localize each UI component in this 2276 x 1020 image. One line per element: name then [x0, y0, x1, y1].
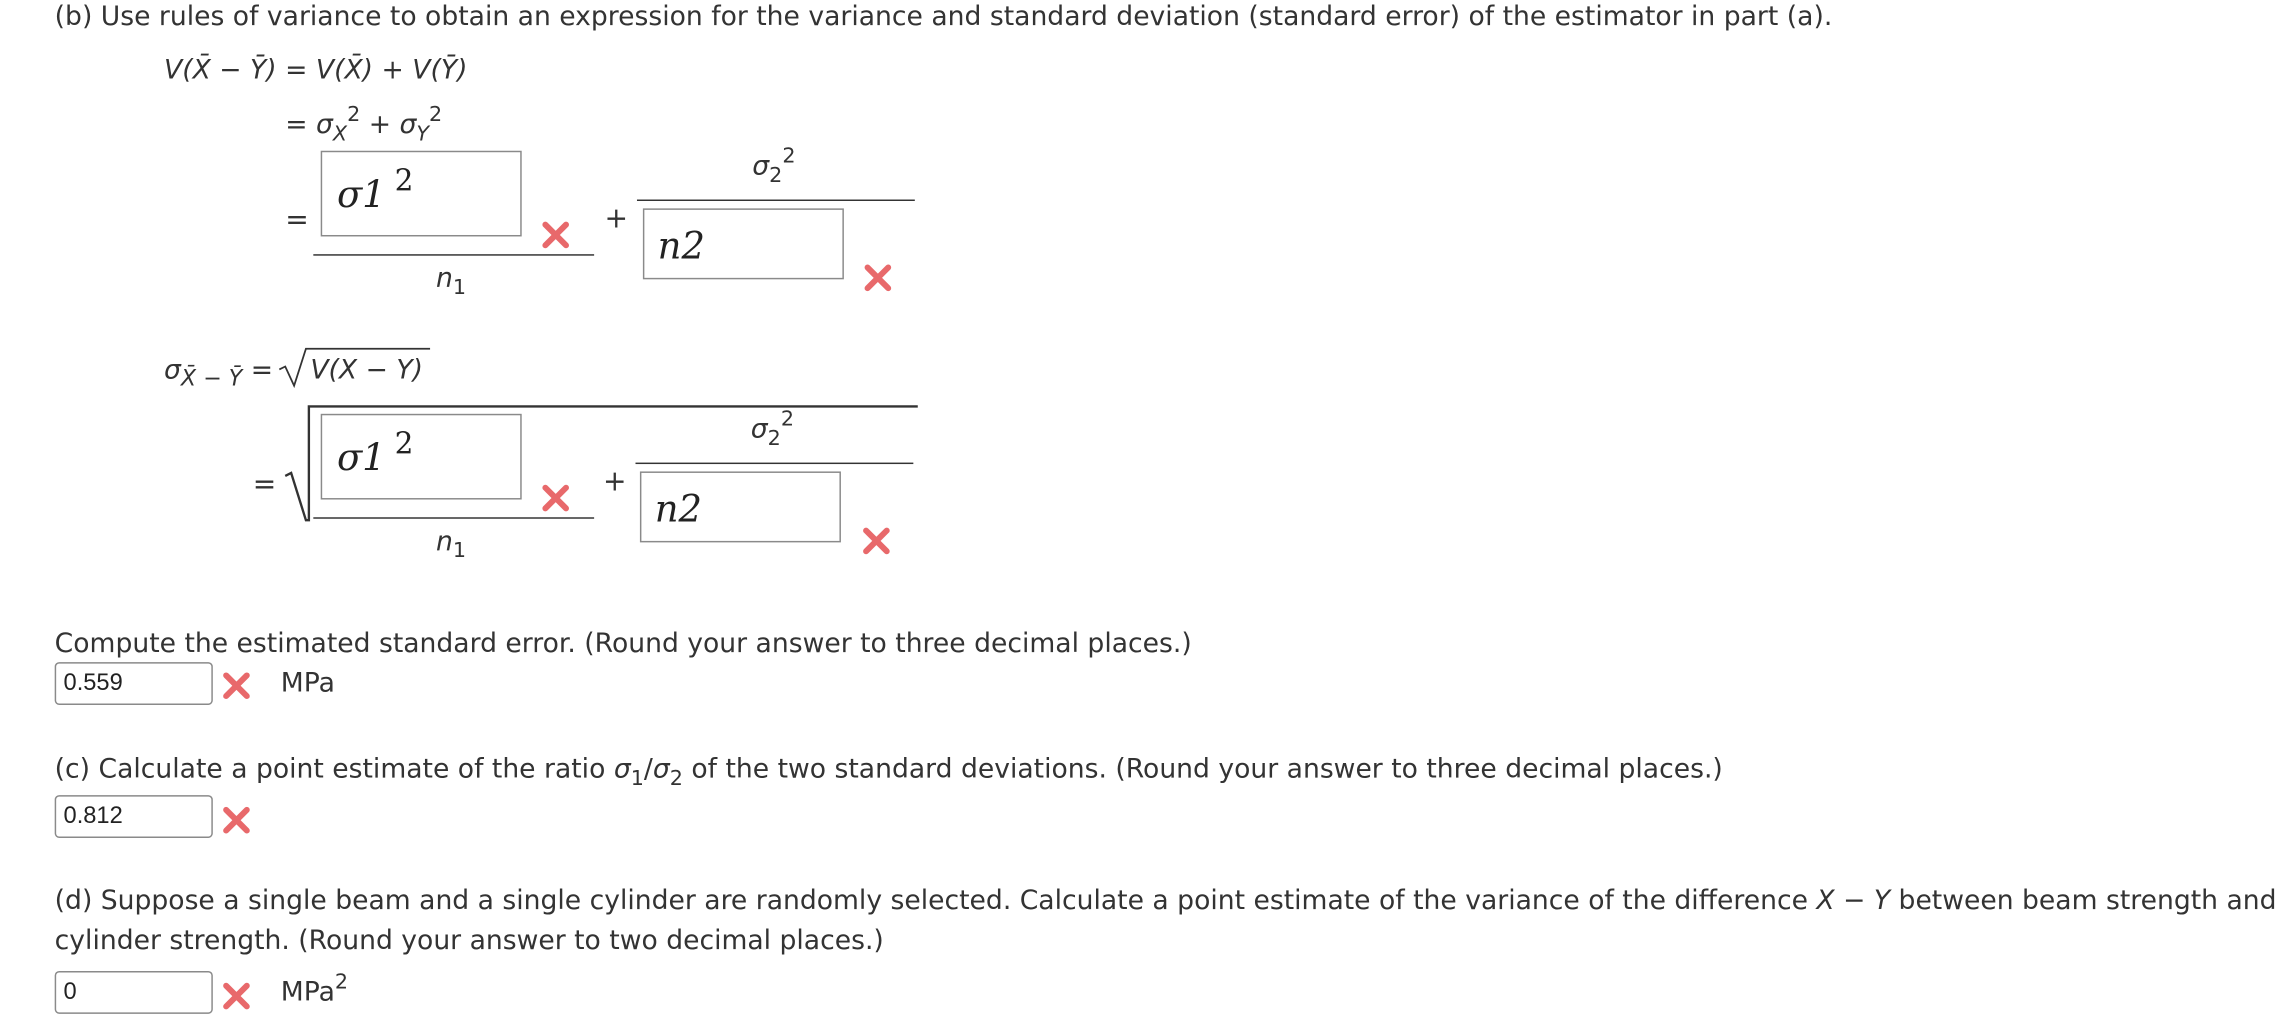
- part-c-prompt: (c) Calculate a point estimate of the ra…: [54, 753, 1723, 791]
- x-mark-icon: [541, 220, 571, 250]
- x-mark-icon: [222, 981, 252, 1011]
- std-plus-sign: +: [602, 465, 627, 499]
- variance-denominator2-answer-box[interactable]: n2: [642, 208, 844, 280]
- variance-fraction2-bar: [636, 199, 915, 201]
- x-mark-icon: [222, 671, 252, 701]
- std-numerator2: σ22: [750, 407, 795, 451]
- ratio-estimate-input[interactable]: 0.812: [54, 795, 213, 838]
- std-numerator1-answer-box[interactable]: σ1 2: [320, 413, 522, 500]
- x-mark-icon: [541, 483, 571, 513]
- standard-error-radicand: V(X − Y): [310, 354, 424, 386]
- x-mark-icon: [222, 805, 252, 835]
- variance-equation-lhs: V(X̄ − Ȳ) = V(X̄) + V(Ȳ): [164, 54, 468, 86]
- std-denominator1: n1: [435, 526, 467, 564]
- variance-numerator1-answer-box[interactable]: σ1 2: [320, 150, 522, 237]
- variance-difference-unit: MPa2: [280, 970, 349, 1008]
- compute-standard-error-prompt: Compute the estimated standard error. (R…: [54, 628, 1192, 660]
- standard-error-input[interactable]: 0.559: [54, 662, 213, 705]
- variance-sum-of-variances: = σX2 + σY2: [285, 103, 443, 147]
- variance-numerator2: σ22: [752, 144, 796, 188]
- variance-denominator1: n1: [435, 263, 467, 301]
- variance-plus-sign: +: [604, 202, 628, 235]
- part-d-prompt-line1: (d) Suppose a single beam and a single c…: [54, 885, 2276, 917]
- std-fraction1-bar: [313, 517, 595, 519]
- variance-line3-equals: =: [285, 203, 309, 237]
- std-denominator2-answer-box[interactable]: n2: [639, 471, 841, 543]
- std-fraction2-bar: [635, 462, 914, 465]
- x-mark-icon: [862, 526, 892, 556]
- x-mark-icon: [863, 263, 893, 293]
- part-d-prompt-line2: cylinder strength. (Round your answer to…: [54, 925, 884, 957]
- variance-fraction1-bar: [313, 254, 595, 256]
- variance-difference-input[interactable]: 0: [54, 970, 213, 1014]
- question-panel: (b) Use rules of variance to obtain an e…: [0, 0, 2276, 1020]
- standard-error-lhs: σX̄ − Ȳ =: [164, 354, 274, 392]
- part-b-prompt: (b) Use rules of variance to obtain an e…: [54, 1, 1833, 33]
- standard-error-line2-equals: =: [252, 468, 277, 502]
- standard-error-unit: MPa: [280, 668, 335, 700]
